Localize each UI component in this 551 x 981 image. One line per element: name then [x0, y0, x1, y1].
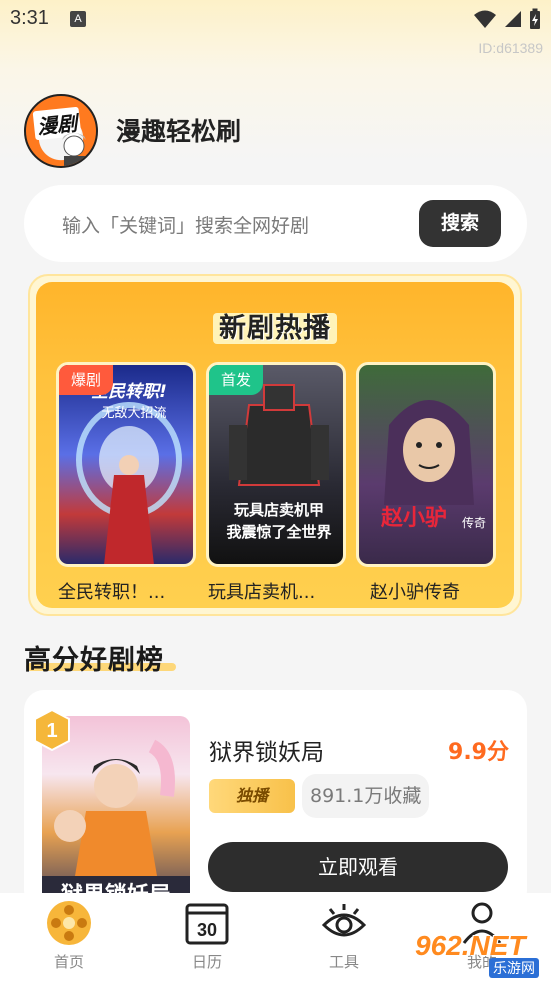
- banner-title: 新剧热播: [36, 306, 514, 345]
- status-bar: 3:31 A: [0, 0, 551, 40]
- nav-item-calendar[interactable]: 30 日历: [157, 893, 257, 981]
- search-bar[interactable]: 输入「关键词」搜索全网好剧 搜索: [24, 185, 527, 262]
- nav-item-tools[interactable]: 工具: [294, 893, 394, 981]
- ranking-card[interactable]: 狱界锁妖局 1 狱界锁妖局 9.9分 独播 891.1万收藏 立即观看: [24, 690, 527, 910]
- calendar-icon: 30: [185, 903, 229, 945]
- poster-art: 玩具店卖机甲 我震惊了全世界: [226, 384, 332, 541]
- notification-icon: A: [70, 11, 86, 27]
- svg-text:赵小驴: 赵小驴: [380, 505, 447, 531]
- drama-title[interactable]: 全民转职！...: [58, 578, 204, 604]
- status-time: 3:31: [10, 7, 49, 29]
- nav-label: 日历: [191, 953, 222, 971]
- poster-art: 全民转职! 无敌大招流: [76, 382, 182, 564]
- svg-text:无敌大招流: 无敌大招流: [101, 406, 166, 421]
- watermark-sub: 乐游网: [489, 958, 539, 978]
- svg-text:30: 30: [197, 920, 217, 940]
- drama-name[interactable]: 狱界锁妖局: [209, 733, 324, 767]
- svg-text:我震惊了全世界: 我震惊了全世界: [226, 523, 331, 541]
- drama-title[interactable]: 赵小驴传奇: [370, 578, 516, 604]
- search-button[interactable]: 搜索: [419, 200, 501, 247]
- app-logo: 漫剧: [24, 94, 98, 168]
- wifi-icon: [474, 10, 496, 28]
- svg-text:传奇: 传奇: [462, 515, 486, 530]
- drama-card[interactable]: 全民转职! 无敌大招流 爆剧: [56, 362, 196, 567]
- nav-item-home[interactable]: 首页: [19, 893, 119, 981]
- card-tag-premiere: 首发: [209, 365, 264, 395]
- watch-now-button[interactable]: 立即观看: [208, 842, 508, 892]
- eye-icon: [321, 904, 367, 937]
- search-input[interactable]: 输入「关键词」搜索全网好剧: [62, 211, 309, 238]
- nav-label: 首页: [53, 953, 84, 971]
- drama-title[interactable]: 玩具店卖机...: [208, 578, 354, 604]
- poster-art: 赵小驴 传奇: [380, 400, 486, 531]
- drama-score: 9.9分: [448, 740, 509, 765]
- banner-title-text: 新剧热播: [213, 313, 337, 344]
- nav-label: 工具: [328, 953, 359, 971]
- svg-text:玩具店卖机甲: 玩具店卖机甲: [234, 501, 324, 519]
- svg-text:1: 1: [46, 720, 57, 742]
- signal-icon: [505, 11, 521, 27]
- logo-character-icon: [62, 133, 86, 166]
- drama-card[interactable]: 玩具店卖机甲 我震惊了全世界 首发: [206, 362, 346, 567]
- status-icons: [473, 8, 541, 30]
- banner-inner: 新剧热播 全民转职! 无敌大招流 爆剧 全民转职！... 玩具店卖机甲 我震惊了…: [36, 282, 514, 608]
- battery-icon: [530, 8, 540, 29]
- new-drama-banner: 新剧热播 全民转职! 无敌大招流 爆剧 全民转职！... 玩具店卖机甲 我震惊了…: [28, 274, 522, 616]
- ranking-title: 高分好剧榜: [24, 645, 164, 676]
- app-name: 漫趣轻松刷: [116, 117, 242, 146]
- exclusive-badge: 独播: [209, 779, 295, 813]
- watermark: 962.NET 乐游网: [407, 930, 547, 978]
- drama-card[interactable]: 赵小驴 传奇: [356, 362, 496, 567]
- film-reel-icon: [47, 901, 91, 945]
- collection-count: 891.1万收藏: [302, 774, 430, 818]
- app-id: ID:d61389: [478, 40, 543, 56]
- rank-badge-icon: 1: [34, 708, 70, 752]
- card-tag-hot: 爆剧: [59, 365, 114, 395]
